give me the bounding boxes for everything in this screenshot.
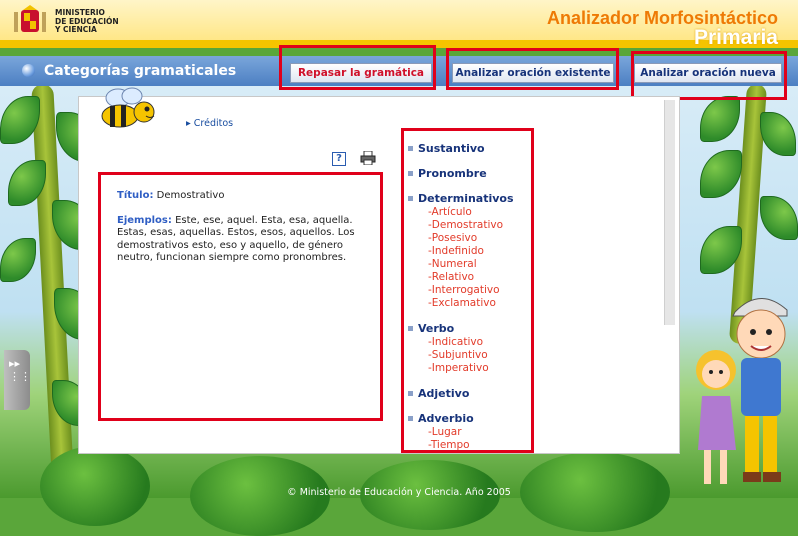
- content-panel: [78, 96, 680, 454]
- title-label: Título:: [117, 190, 154, 201]
- app-subtitle: Primaria: [693, 26, 778, 49]
- analyze-new-sentence-button[interactable]: Analizar oración nueva: [634, 63, 782, 83]
- sub-numeral[interactable]: -Numeral: [428, 258, 528, 271]
- adverbio-sublist: -Lugar -Tiempo: [428, 426, 528, 452]
- category-sustantivo[interactable]: Sustantivo: [408, 142, 528, 155]
- verbo-sublist: -Indicativo -Subjuntivo -Imperativo: [428, 336, 528, 375]
- determinativos-sublist: -Artículo -Demostrativo -Posesivo -Indef…: [428, 206, 528, 310]
- sub-subjuntivo[interactable]: -Subjuntivo: [428, 349, 528, 362]
- category-verbo[interactable]: Verbo: [408, 322, 528, 335]
- sub-demostrativo[interactable]: -Demostrativo: [428, 219, 528, 232]
- sub-relativo[interactable]: -Relativo: [428, 271, 528, 284]
- ministry-name: MINISTERIO DE EDUCACIÓN Y CIENCIA: [55, 8, 119, 34]
- sub-lugar[interactable]: -Lugar: [428, 426, 528, 439]
- category-list: Sustantivo Pronombre Determinativos -Art…: [408, 142, 528, 464]
- analyze-existing-sentence-button[interactable]: Analizar oración existente: [452, 63, 614, 83]
- examples-row: Ejemplos: Este, ese, aquel. Esta, esa, a…: [117, 215, 375, 265]
- scrollbar[interactable]: [664, 100, 675, 325]
- bush: [40, 446, 150, 526]
- examples-label: Ejemplos:: [117, 214, 172, 226]
- sub-exclamativo[interactable]: -Exclamativo: [428, 297, 528, 310]
- expand-arrows-icon: ▸▸ ⋮⋮: [9, 357, 31, 383]
- sub-imperativo[interactable]: -Imperativo: [428, 362, 528, 375]
- definition-content: Título: Demostrativo Ejemplos: Este, ese…: [117, 190, 375, 265]
- sub-tiempo[interactable]: -Tiempo: [428, 439, 528, 452]
- header-band: [0, 40, 798, 48]
- title-row: Título: Demostrativo: [117, 190, 375, 203]
- credits-link[interactable]: ▸ Créditos: [186, 118, 233, 129]
- category-adjetivo[interactable]: Adjetivo: [408, 387, 528, 400]
- section-bullet-icon: [22, 64, 35, 77]
- review-grammar-button[interactable]: Repasar la gramática: [290, 63, 432, 83]
- category-adverbio[interactable]: Adverbio: [408, 412, 528, 425]
- sub-interrogativo[interactable]: -Interrogativo: [428, 284, 528, 297]
- printer-icon[interactable]: [360, 151, 376, 165]
- coat-of-arms-icon: [14, 5, 46, 32]
- boy-character-icon: [732, 298, 788, 482]
- title-value: Demostrativo: [156, 190, 225, 201]
- section-title: Categorías gramaticales: [44, 63, 237, 79]
- help-icon[interactable]: ?: [332, 152, 346, 166]
- category-pronombre[interactable]: Pronombre: [408, 167, 528, 180]
- sub-articulo[interactable]: -Artículo: [428, 206, 528, 219]
- bee-icon: [101, 87, 155, 128]
- sub-posesivo[interactable]: -Posesivo: [428, 232, 528, 245]
- sub-indefinido[interactable]: -Indefinido: [428, 245, 528, 258]
- sub-indicativo[interactable]: -Indicativo: [428, 336, 528, 349]
- copyright-footer: © Ministerio de Educación y Ciencia. Año…: [287, 487, 511, 498]
- category-determinativos[interactable]: Determinativos: [408, 192, 528, 205]
